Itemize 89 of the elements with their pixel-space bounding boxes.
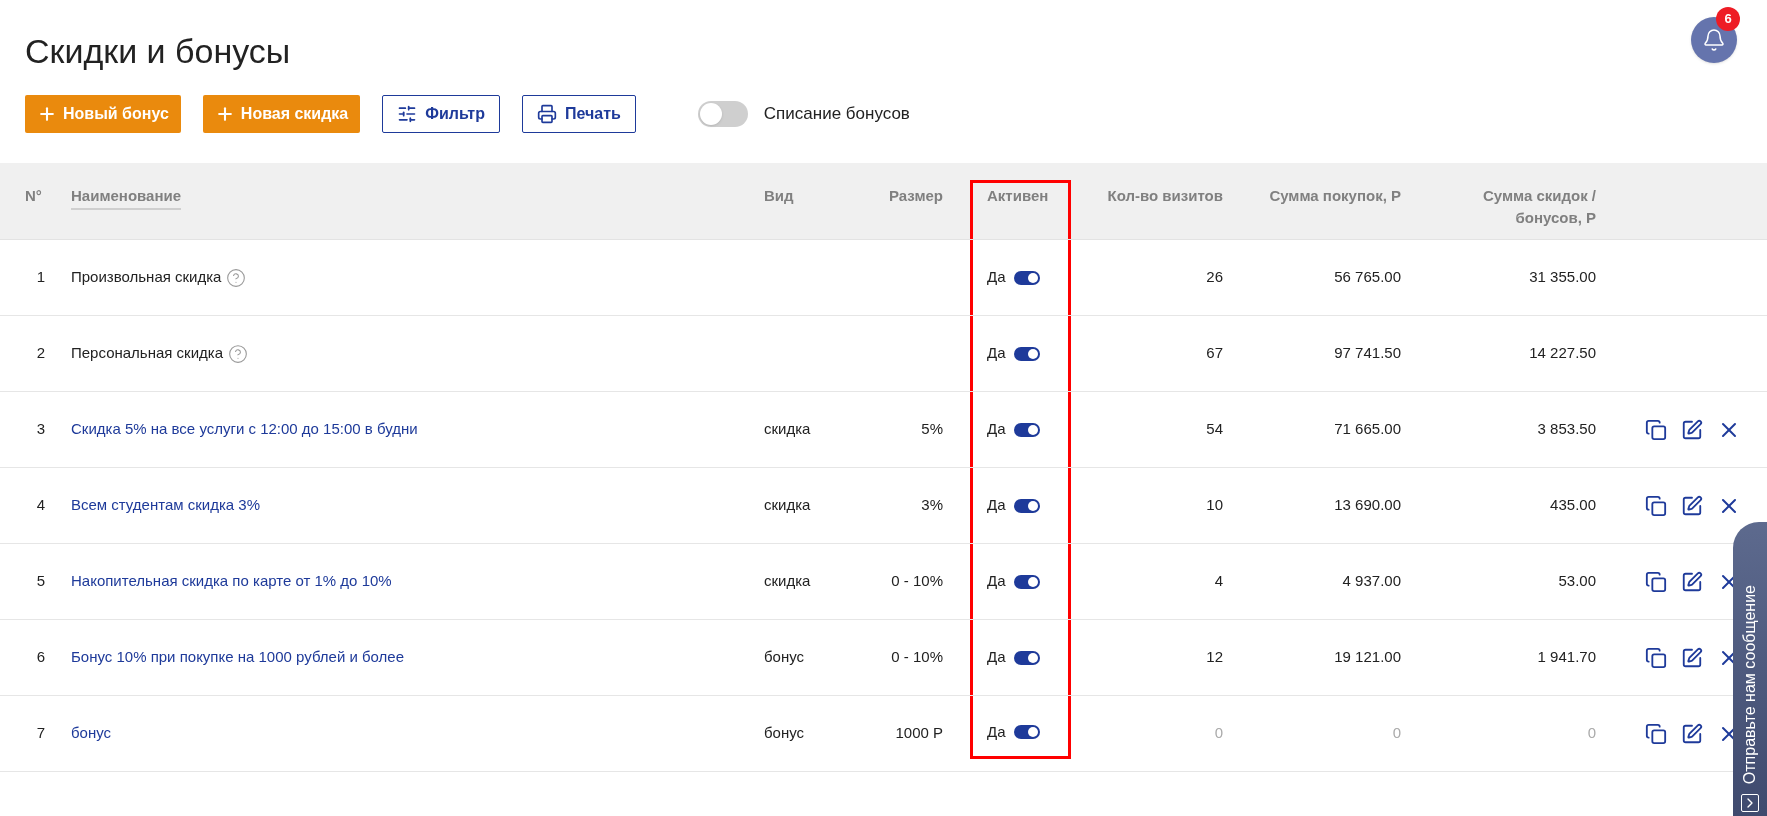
type-cell-text: бонус: [764, 723, 805, 744]
active-label: Да: [987, 721, 1006, 742]
plus-icon: [37, 104, 57, 124]
column-header: Размер: [887, 186, 944, 206]
column-header: N°: [24, 186, 43, 206]
purchases-cell-text: 13 690.00: [1334, 495, 1401, 516]
visits-cell-text: 26: [1206, 267, 1223, 288]
visits-cell-text: 10: [1206, 495, 1223, 516]
column-header: Кол-во визитов: [1106, 186, 1223, 206]
size-cell-text: 0 - 10%: [891, 647, 943, 668]
discounts-cell-text: 0: [1587, 723, 1596, 744]
toggle-switch[interactable]: [1013, 574, 1040, 589]
discounts-cell-text: 435.00: [1550, 495, 1596, 516]
visits-cell-text: 54: [1206, 419, 1223, 440]
purchases-cell-text: 4 937.00: [1342, 571, 1401, 592]
discount-link[interactable]: бонус: [71, 722, 112, 745]
discount-link[interactable]: Бонус 10% при покупке на 1000 рублей и более: [71, 646, 405, 669]
active-label: Да: [987, 495, 1006, 516]
discount-link[interactable]: Всем студентам скидка 3%: [71, 494, 261, 517]
switch-label: Списание бонусов: [763, 103, 910, 126]
chevron-icon: [1741, 794, 1759, 812]
discount-name: Персональная скидка: [71, 343, 223, 364]
row-number: 6: [36, 647, 45, 668]
active-label: Да: [987, 343, 1006, 364]
column-header: Активен: [970, 180, 1071, 239]
row-number: 3: [36, 419, 45, 440]
copy-icon[interactable]: [1645, 418, 1667, 441]
purchases-cell-text: 71 665.00: [1334, 419, 1401, 440]
toggle-switch[interactable]: [1013, 270, 1040, 285]
edit-icon[interactable]: [1681, 494, 1703, 517]
type-cell-text: скидка: [764, 495, 811, 516]
toolbar-button[interactable]: Печать: [521, 95, 636, 133]
notification-badge: 6: [1716, 7, 1740, 31]
toggle-switch[interactable]: [1013, 422, 1040, 437]
feedback-toast[interactable]: Отправьте нам сообщение: [1733, 522, 1767, 816]
size-cell-text: 3%: [921, 495, 943, 516]
purchases-cell-text: 19 121.00: [1334, 647, 1401, 668]
size-cell-text: 0 - 10%: [891, 571, 943, 592]
copy-icon[interactable]: [1645, 570, 1667, 593]
toggle-switch[interactable]: [1013, 498, 1040, 513]
discounts-cell-text: 31 355.00: [1529, 267, 1596, 288]
active-label: Да: [987, 267, 1006, 288]
active-label: Да: [987, 419, 1006, 440]
purchases-cell-text: 56 765.00: [1334, 267, 1401, 288]
row-number: 4: [36, 495, 45, 516]
visits-cell-text: 0: [1214, 723, 1223, 744]
toggle-switch[interactable]: [697, 101, 748, 127]
edit-icon[interactable]: [1681, 722, 1703, 745]
toggle-switch[interactable]: [1013, 346, 1040, 361]
type-cell-text: скидка: [764, 419, 811, 440]
visits-cell-text: 4: [1214, 571, 1223, 592]
bell-icon: [1702, 28, 1726, 52]
toggle-switch[interactable]: [1013, 725, 1040, 739]
edit-icon[interactable]: [1681, 646, 1703, 669]
type-cell-text: бонус: [764, 647, 805, 668]
column-header: Сумма скидок / бонусов, Р: [1481, 186, 1596, 228]
toolbar-button[interactable]: Фильтр: [382, 95, 500, 133]
discounts-cell-text: 14 227.50: [1529, 343, 1596, 364]
copy-icon[interactable]: [1645, 722, 1667, 745]
chat-tab-label: Отправьте нам сообщение: [1740, 584, 1759, 784]
discount-link[interactable]: Накопительная скидка по карте от 1% до 10%: [71, 570, 392, 593]
column-header: Сумма покупок, Р: [1268, 186, 1401, 206]
row-number: 5: [36, 571, 45, 592]
discounts-cell-text: 1 941.70: [1537, 647, 1596, 668]
active-label: Да: [987, 571, 1006, 592]
purchases-cell-text: 0: [1392, 723, 1401, 744]
active-label: Да: [987, 647, 1006, 668]
discount-name: Произвольная скидка: [71, 267, 222, 288]
discount-link[interactable]: Скидка 5% на все услуги с 12:00 до 15:00 в будни: [71, 418, 418, 441]
column-header: Вид: [764, 186, 795, 206]
page-title: Скидки и бонусы: [25, 30, 291, 72]
size-cell-text: 5%: [921, 419, 943, 440]
copy-icon[interactable]: [1645, 646, 1667, 669]
size-cell-text: 1000 Р: [895, 723, 943, 744]
visits-cell-text: 12: [1206, 647, 1223, 668]
visits-cell-text: 67: [1206, 343, 1223, 364]
copy-icon[interactable]: [1645, 494, 1667, 517]
printer-icon: [536, 104, 557, 124]
type-cell-text: скидка: [764, 571, 811, 592]
discounts-cell-text: 53.00: [1558, 571, 1596, 592]
row-number: 7: [36, 723, 45, 744]
edit-icon[interactable]: [1681, 570, 1703, 593]
row-number: 1: [36, 267, 45, 288]
toggle-switch[interactable]: [1013, 650, 1040, 665]
row-number: 2: [36, 343, 45, 364]
discounts-cell-text: 3 853.50: [1537, 419, 1596, 440]
edit-icon[interactable]: [1681, 418, 1703, 441]
purchases-cell-text: 97 741.50: [1334, 343, 1401, 364]
sliders-icon: [397, 104, 418, 124]
